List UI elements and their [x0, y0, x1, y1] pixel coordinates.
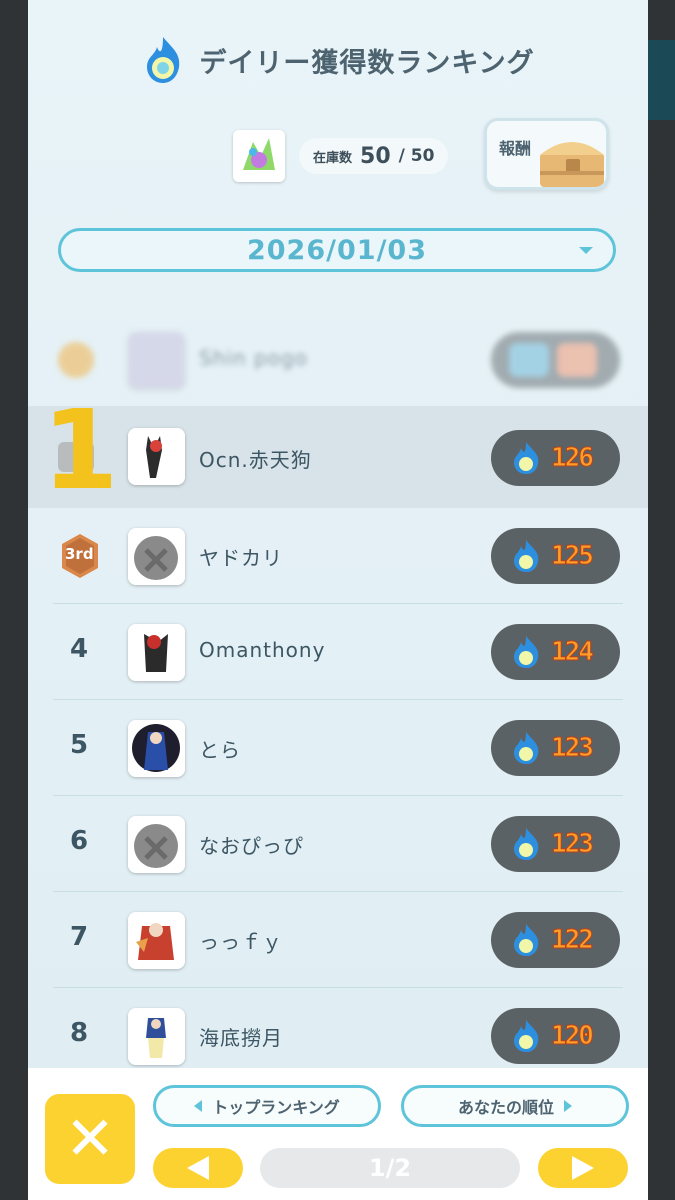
list-item[interactable]: 3rd ヤドカリ 125 — [28, 508, 648, 604]
avatar — [128, 816, 185, 873]
prev-page-button[interactable] — [153, 1148, 243, 1188]
avatar — [128, 912, 185, 969]
player-name: Omanthony — [199, 638, 326, 662]
page-title: デイリー獲得数ランキング — [199, 47, 535, 79]
player-name: っっｆｙ — [199, 930, 283, 954]
score-pill — [491, 332, 620, 388]
blue-flame-icon — [509, 635, 543, 669]
rank-number: 8 — [69, 1018, 89, 1048]
list-item[interactable]: Ocn.赤天狗 126 — [28, 406, 648, 508]
list-item[interactable]: 7 っっｆｙ 122 — [28, 892, 648, 988]
date-value: 2026/01/03 — [246, 234, 427, 266]
ranking-panel: デイリー獲得数ランキング 在庫数 50 / 50 報酬 2026/01/03 S… — [28, 0, 648, 1200]
list-item[interactable]: 5 とら 123 — [28, 700, 648, 796]
your-rank-button[interactable]: あなたの順位 — [401, 1085, 629, 1127]
close-icon: ✕ — [64, 1104, 116, 1174]
score-value: 123 — [551, 733, 595, 764]
reward-label: 報酬 — [499, 139, 532, 158]
score-value: 126 — [551, 443, 595, 474]
overlay-rank-number: 1 — [42, 386, 119, 514]
next-page-button[interactable] — [538, 1148, 628, 1188]
rank-number: 7 — [69, 922, 89, 952]
rank-number: 6 — [69, 826, 89, 856]
rank-number: 5 — [69, 730, 89, 760]
score-pill: 120 — [491, 1008, 620, 1064]
avatar — [128, 1008, 185, 1065]
title-row: デイリー獲得数ランキング — [28, 36, 648, 84]
player-name: ヤドカリ — [199, 546, 283, 570]
score-pill: 124 — [491, 624, 620, 680]
stock-row: 在庫数 50 / 50 — [233, 130, 449, 182]
chevron-left-icon — [194, 1100, 203, 1112]
avatar — [128, 332, 185, 389]
date-select[interactable]: 2026/01/03 — [58, 228, 616, 272]
page-indicator: 1/2 — [260, 1148, 520, 1188]
arrow-right-icon — [572, 1156, 594, 1180]
stock-label: 在庫数 — [313, 150, 353, 166]
score-pill: 123 — [491, 720, 620, 776]
chevron-down-icon — [579, 247, 593, 254]
blue-flame-icon — [509, 441, 543, 475]
player-name: Shin pogo — [199, 346, 308, 370]
background-left — [0, 0, 28, 1200]
arrow-left-icon — [187, 1156, 209, 1180]
stock-max: / 50 — [398, 146, 435, 166]
avatar — [128, 624, 185, 681]
treasure-chest-icon — [530, 127, 606, 187]
score-value: 123 — [551, 829, 595, 860]
rank-number: 4 — [69, 634, 89, 664]
stock-counter: 在庫数 50 / 50 — [299, 138, 449, 174]
bottom-bar: ✕ トップランキング あなたの順位 1/2 — [28, 1068, 648, 1200]
background-right — [647, 0, 675, 1200]
score-value: 124 — [551, 637, 595, 668]
bronze-medal-icon: 3rd — [58, 532, 102, 580]
score-pill: 126 — [491, 430, 620, 486]
player-name: 海底撈月 — [199, 1026, 283, 1050]
score-value: 125 — [551, 541, 595, 572]
score-pill: 122 — [491, 912, 620, 968]
close-button[interactable]: ✕ — [45, 1094, 135, 1184]
player-name: Ocn.赤天狗 — [199, 448, 312, 472]
rank-label: 3rd — [65, 545, 94, 563]
list-item[interactable]: 4 Omanthony 124 — [28, 604, 648, 700]
gold-medal-icon — [58, 342, 94, 378]
stock-value: 50 — [360, 143, 391, 169]
blue-flame-icon — [509, 1019, 543, 1053]
your-rank-label: あなたの順位 — [457, 1098, 554, 1117]
blue-flame-icon — [141, 35, 185, 85]
list-item[interactable]: 6 なおぴっぴ 123 — [28, 796, 648, 892]
avatar — [128, 428, 185, 485]
reward-button[interactable]: 報酬 — [484, 118, 609, 190]
blue-flame-icon — [509, 731, 543, 765]
stock-item-icon — [233, 130, 285, 182]
top-ranking-button[interactable]: トップランキング — [153, 1085, 381, 1127]
player-name: なおぴっぴ — [199, 834, 304, 858]
blue-flame-icon — [509, 923, 543, 957]
score-value: 120 — [551, 1021, 595, 1052]
top-ranking-label: トップランキング — [212, 1098, 340, 1117]
blue-flame-icon — [509, 539, 543, 573]
score-pill: 125 — [491, 528, 620, 584]
avatar — [128, 528, 185, 585]
score-value: 122 — [551, 925, 595, 956]
player-name: とら — [199, 738, 241, 762]
chevron-right-icon — [564, 1100, 572, 1112]
list-item[interactable]: Shin pogo — [28, 312, 648, 408]
score-pill: 123 — [491, 816, 620, 872]
blue-flame-icon — [509, 827, 543, 861]
avatar — [128, 720, 185, 777]
